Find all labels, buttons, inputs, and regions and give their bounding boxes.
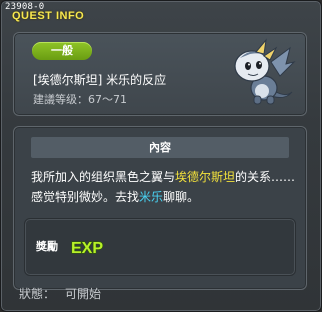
status-value: 可開始 <box>65 287 102 301</box>
quest-description: 我所加入的组织黑色之翼与埃德尔斯坦的关系……感觉特别微妙。去找米乐聊聊。 <box>31 167 301 207</box>
exp-reward-icon[interactable]: EXP <box>70 238 104 256</box>
quest-summary-card: 一般 [埃德尔斯坦] 米乐的反应 建議等级：67～71 <box>13 32 307 116</box>
content-header: 內容 <box>31 137 289 158</box>
quest-name: [埃德尔斯坦] 米乐的反应 <box>33 73 167 87</box>
highlight-npc: 米乐 <box>139 190 164 204</box>
description-text: 我所加入的组织黑色之翼与 <box>31 170 176 184</box>
quest-info-window: 23908-0 QUEST INFO 一般 [埃德尔斯坦] 米乐的反应 建議等级… <box>0 0 322 312</box>
description-text: 聊聊。 <box>163 190 200 204</box>
level-label: 建議等级： <box>33 93 88 106</box>
quest-tier-badge: 一般 <box>32 42 92 60</box>
reward-label: 獎勵 <box>36 240 58 253</box>
quest-status: 狀態： 可開始 <box>19 287 101 301</box>
baby-dragon-icon <box>234 38 296 105</box>
exp-icon-text: EXP <box>71 240 103 256</box>
window-title: QUEST INFO <box>12 10 85 22</box>
title-bar[interactable]: 23908-0 QUEST INFO <box>1 1 322 25</box>
level-range: 67～71 <box>88 93 127 106</box>
quest-content-card: 內容 我所加入的组织黑色之翼与埃德尔斯坦的关系……感觉特别微妙。去找米乐聊聊。 … <box>13 126 307 290</box>
highlight-location: 埃德尔斯坦 <box>175 170 236 184</box>
status-label: 狀態： <box>19 287 56 301</box>
reward-box: 獎勵 EXP <box>24 218 296 276</box>
recommended-level: 建議等级：67～71 <box>33 93 127 106</box>
